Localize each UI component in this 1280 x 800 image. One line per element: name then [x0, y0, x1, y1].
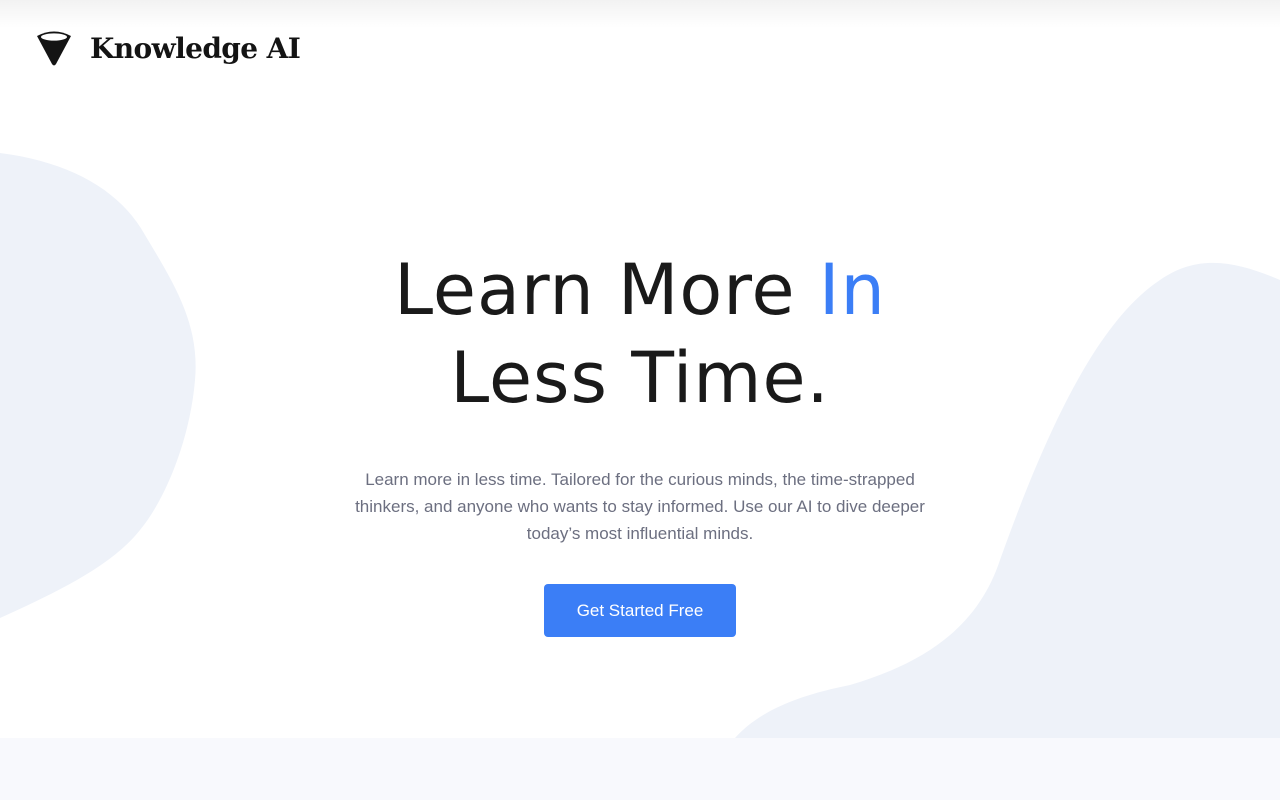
- inverted-cone-logo-icon[interactable]: [34, 28, 74, 68]
- get-started-button[interactable]: Get Started Free: [544, 584, 736, 637]
- site-header: Knowledge AI: [34, 28, 301, 68]
- next-section-band: [0, 738, 1280, 800]
- brand-name[interactable]: Knowledge AI: [90, 32, 301, 65]
- headline-accent: In: [818, 249, 886, 331]
- headline-line2: Less Time.: [450, 337, 830, 419]
- left-blob: [0, 153, 196, 618]
- hero-headline: Learn More In Less Time.: [240, 246, 1040, 422]
- hero-subtext: Learn more in less time. Tailored for th…: [355, 470, 925, 543]
- header-shadow: [0, 0, 1280, 28]
- hero-section: Learn More In Less Time. Learn more in l…: [240, 246, 1040, 547]
- headline-line1: Learn More: [394, 249, 819, 331]
